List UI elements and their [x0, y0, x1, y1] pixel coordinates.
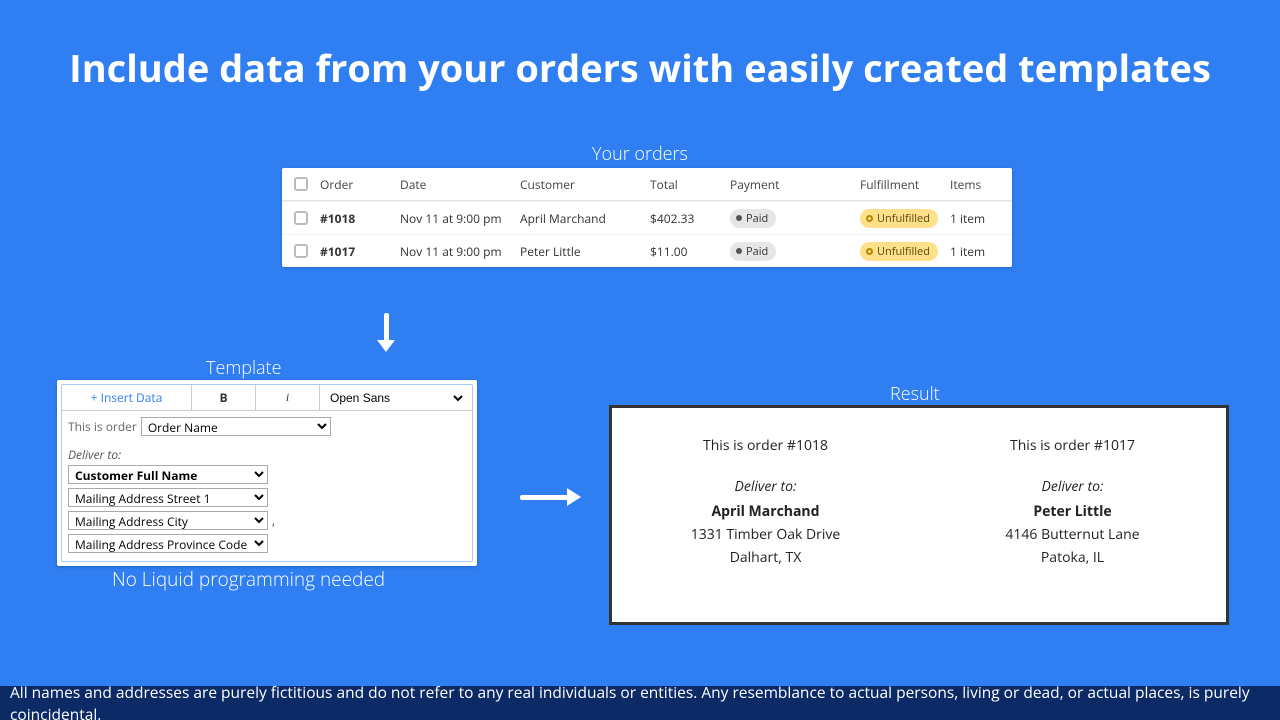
mailing-street-field[interactable]: Mailing Address Street 1 [68, 488, 268, 507]
orders-table: Order Date Customer Total Payment Fulfil… [282, 168, 1012, 267]
result-city: Dalhart, TX [632, 548, 899, 567]
col-header-date: Date [400, 176, 520, 193]
static-text: This is order [68, 418, 137, 435]
result-customer-name: Peter Little [939, 502, 1206, 521]
cell-date: Nov 11 at 9:00 pm [400, 210, 520, 227]
dot-icon [736, 215, 742, 221]
result-label: Result [890, 382, 940, 406]
col-header-total: Total [650, 176, 730, 193]
cell-total: $402.33 [650, 210, 730, 227]
mailing-province-field[interactable]: Mailing Address Province Code [68, 534, 268, 553]
col-header-fulfillment: Fulfillment [860, 176, 950, 193]
no-liquid-caption: No Liquid programming needed [112, 566, 385, 592]
italic-button[interactable]: i [256, 385, 320, 410]
result-deliver-label: Deliver to: [632, 477, 899, 496]
arrow-right-icon [520, 485, 590, 509]
editor-toolbar: + Insert Data B i Open Sans [62, 385, 472, 411]
editor-body[interactable]: This is order Order Name Deliver to: Cus… [62, 411, 472, 561]
ring-icon [866, 248, 873, 255]
result-street: 4146 Butternut Lane [939, 525, 1206, 544]
cell-order: #1018 [320, 210, 400, 227]
cell-fulfillment: Unfulfilled [860, 209, 950, 228]
result-street: 1331 Timber Oak Drive [632, 525, 899, 544]
cell-items: 1 item [950, 210, 1010, 227]
result-card: This is order #1018 Deliver to: April Ma… [612, 408, 919, 622]
arrow-down-icon [374, 307, 398, 357]
page-heading: Include data from your orders with easil… [0, 42, 1280, 94]
font-select[interactable]: Open Sans [326, 390, 466, 406]
template-editor: + Insert Data B i Open Sans This is orde… [57, 380, 477, 566]
table-row[interactable]: #1017 Nov 11 at 9:00 pm Peter Little $11… [282, 234, 1012, 267]
col-header-customer: Customer [520, 176, 650, 193]
row-checkbox[interactable] [294, 211, 308, 225]
template-label: Template [206, 356, 281, 380]
static-comma: , [272, 512, 275, 529]
cell-payment: Paid [730, 208, 860, 228]
disclaimer-footer: All names and addresses are purely ficti… [0, 686, 1280, 720]
insert-data-button[interactable]: + Insert Data [62, 385, 192, 410]
col-header-order: Order [320, 176, 400, 193]
order-name-field[interactable]: Order Name [141, 417, 331, 436]
payment-badge: Paid [730, 242, 776, 261]
result-customer-name: April Marchand [632, 502, 899, 521]
result-order-line: This is order #1018 [632, 436, 899, 455]
font-select-wrapper: Open Sans [320, 385, 472, 410]
select-all-checkbox[interactable] [294, 177, 308, 191]
ring-icon [866, 215, 873, 222]
result-deliver-label: Deliver to: [939, 477, 1206, 496]
result-order-line: This is order #1017 [939, 436, 1206, 455]
table-row[interactable]: #1018 Nov 11 at 9:00 pm April Marchand $… [282, 201, 1012, 234]
cell-order: #1017 [320, 243, 400, 260]
result-card: This is order #1017 Deliver to: Peter Li… [919, 408, 1226, 622]
customer-fullname-field[interactable]: Customer Full Name [68, 465, 268, 484]
bold-button[interactable]: B [192, 385, 256, 410]
cell-total: $11.00 [650, 243, 730, 260]
col-header-items: Items [950, 176, 1010, 193]
fulfillment-badge: Unfulfilled [860, 209, 938, 228]
payment-badge: Paid [730, 209, 776, 228]
cell-date: Nov 11 at 9:00 pm [400, 243, 520, 260]
your-orders-label: Your orders [0, 142, 1280, 166]
mailing-city-field[interactable]: Mailing Address City [68, 511, 268, 530]
result-panel: This is order #1018 Deliver to: April Ma… [609, 405, 1229, 625]
col-header-payment: Payment [730, 176, 860, 193]
cell-customer: Peter Little [520, 243, 650, 260]
cell-payment: Paid [730, 241, 860, 261]
row-checkbox[interactable] [294, 244, 308, 258]
dot-icon [736, 248, 742, 254]
deliver-to-label: Deliver to: [68, 446, 466, 463]
fulfillment-badge: Unfulfilled [860, 242, 938, 261]
cell-customer: April Marchand [520, 210, 650, 227]
cell-fulfillment: Unfulfilled [860, 242, 950, 261]
cell-items: 1 item [950, 243, 1010, 260]
result-city: Patoka, IL [939, 548, 1206, 567]
orders-header-row: Order Date Customer Total Payment Fulfil… [282, 168, 1012, 201]
